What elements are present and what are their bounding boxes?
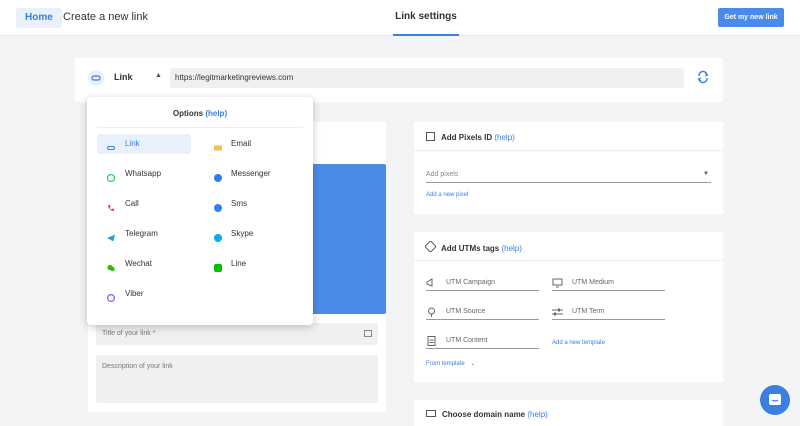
skype-icon bbox=[214, 230, 222, 242]
domain-help-link[interactable]: (help) bbox=[527, 410, 547, 419]
options-help-link[interactable]: (help) bbox=[205, 109, 227, 118]
option-sms[interactable]: Sms bbox=[97, 194, 297, 214]
option-skype[interactable]: Skype bbox=[97, 224, 297, 244]
utm-term-input[interactable]: UTM Term bbox=[552, 308, 665, 320]
divider bbox=[414, 150, 723, 151]
utm-content-input[interactable]: UTM Content bbox=[426, 336, 539, 349]
options-title: Options (help) bbox=[172, 109, 228, 118]
top-bar: Home Create a new link Link settings Get… bbox=[0, 0, 800, 36]
url-input[interactable]: https://legitmarketingreviews.com bbox=[170, 68, 684, 88]
chevron-down-icon: ⌄ bbox=[470, 361, 476, 367]
refresh-icon[interactable] bbox=[696, 70, 710, 84]
home-button[interactable]: Home bbox=[16, 8, 62, 28]
pixels-select[interactable]: Add pixels ▼ bbox=[426, 171, 711, 183]
card-icon bbox=[364, 330, 372, 337]
page-title: Create a new link bbox=[63, 11, 148, 23]
pixels-title: Add Pixels ID (help) bbox=[426, 132, 515, 142]
pixel-icon bbox=[426, 132, 435, 141]
utm-medium-input[interactable]: UTM Medium bbox=[552, 278, 665, 291]
option-email[interactable]: Email bbox=[97, 134, 297, 154]
options-dropdown: Options (help) Link Email Whatsapp Messe… bbox=[87, 97, 313, 325]
option-viber[interactable]: Viber bbox=[97, 284, 191, 304]
utm-title: Add UTMs tags (help) bbox=[424, 240, 522, 253]
option-line[interactable]: Line bbox=[97, 254, 297, 274]
from-template-link[interactable]: From template ⌄ bbox=[426, 360, 475, 367]
link-type-label[interactable]: Link bbox=[114, 72, 133, 82]
add-template-link[interactable]: Add a new template bbox=[552, 340, 605, 346]
tab-link-settings[interactable]: Link settings bbox=[393, 0, 459, 36]
link-icon bbox=[88, 70, 104, 86]
link-bar: Link ▲ https://legitmarketingreviews.com bbox=[75, 58, 723, 102]
line-icon bbox=[214, 260, 222, 272]
megaphone-icon bbox=[426, 278, 437, 288]
option-messenger[interactable]: Messenger bbox=[97, 164, 297, 184]
domain-title: Choose domain name (help) bbox=[426, 410, 548, 419]
caret-up-icon[interactable]: ▲ bbox=[155, 72, 162, 79]
messenger-icon bbox=[214, 170, 222, 182]
monitor-icon bbox=[552, 278, 563, 288]
utm-source-input[interactable]: UTM Source bbox=[426, 307, 539, 320]
chat-icon bbox=[769, 394, 781, 405]
divider bbox=[414, 260, 723, 261]
sliders-icon bbox=[552, 307, 563, 317]
email-icon bbox=[214, 140, 222, 151]
document-icon bbox=[426, 336, 437, 346]
domain-card: Choose domain name (help) bbox=[414, 400, 723, 426]
tag-icon bbox=[424, 240, 437, 253]
caret-down-icon: ▼ bbox=[703, 171, 709, 177]
chat-button[interactable] bbox=[760, 385, 790, 415]
utm-help-link[interactable]: (help) bbox=[501, 244, 521, 253]
title-input[interactable]: Title of your link * bbox=[96, 323, 378, 345]
add-pixel-link[interactable]: Add a new pixel bbox=[426, 192, 468, 198]
utm-campaign-input[interactable]: UTM Campaign bbox=[426, 278, 539, 291]
pixels-help-link[interactable]: (help) bbox=[494, 133, 514, 142]
laptop-icon bbox=[426, 410, 436, 417]
divider bbox=[97, 127, 303, 128]
viber-icon bbox=[106, 290, 116, 303]
sms-icon bbox=[214, 200, 222, 212]
pixels-card: Add Pixels ID (help) Add pixels ▼ Add a … bbox=[414, 122, 723, 214]
get-new-link-button[interactable]: Get my new link bbox=[718, 8, 784, 27]
utm-card: Add UTMs tags (help) UTM Campaign UTM Me… bbox=[414, 232, 723, 382]
description-input[interactable]: Description of your link bbox=[96, 355, 378, 403]
source-icon bbox=[426, 307, 437, 317]
